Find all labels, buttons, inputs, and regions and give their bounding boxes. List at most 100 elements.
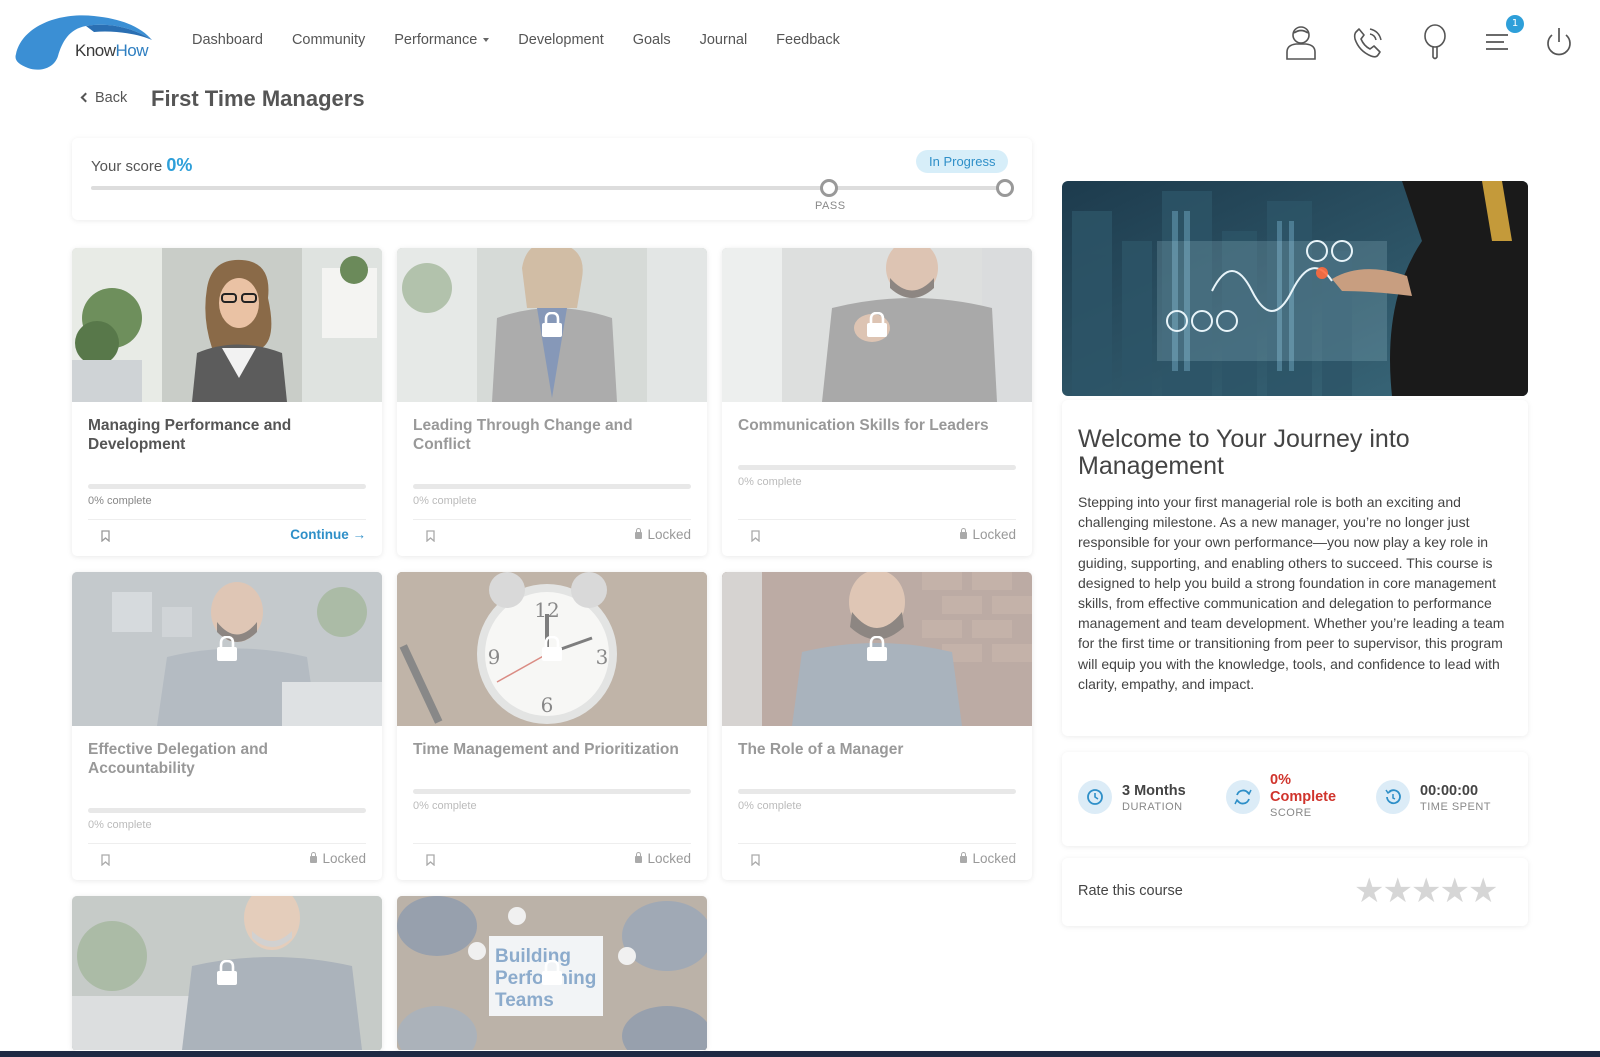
course-title: The Role of a Manager bbox=[738, 741, 904, 758]
star-icon[interactable]: ★ bbox=[1468, 874, 1498, 908]
course-card[interactable]: Managing Performance and Development 0% … bbox=[72, 248, 382, 556]
card-divider bbox=[738, 519, 1016, 520]
course-image: 12 3 6 9 bbox=[397, 572, 707, 726]
course-title: Managing Performance and Development bbox=[88, 417, 292, 453]
rating-panel: Rate this course ★ ★ ★ ★ ★ bbox=[1062, 858, 1528, 926]
back-label: Back bbox=[95, 90, 128, 106]
bookmark-icon[interactable] bbox=[751, 854, 760, 866]
stat-time-value: 00:00:00 bbox=[1420, 783, 1479, 799]
history-icon bbox=[1376, 780, 1410, 814]
star-icon[interactable]: ★ bbox=[1411, 874, 1441, 908]
course-card[interactable]: Building Performing Teams bbox=[397, 896, 707, 1051]
locked-text: Locked bbox=[647, 851, 691, 866]
bookmark-icon[interactable] bbox=[101, 854, 110, 866]
lock-icon bbox=[635, 528, 643, 539]
course-title: Communication Skills for Leaders bbox=[738, 417, 989, 434]
stat-time-label: TIME SPENT bbox=[1420, 801, 1492, 813]
nav-development[interactable]: Development bbox=[518, 32, 603, 48]
continue-button[interactable]: Continue → bbox=[290, 527, 366, 542]
score-panel: Your score 0% In Progress PASS bbox=[72, 138, 1032, 220]
card-divider bbox=[738, 843, 1016, 844]
knowhow-logo[interactable]: KnowHow bbox=[14, 14, 154, 70]
lock-icon bbox=[310, 852, 318, 863]
refresh-icon bbox=[1226, 780, 1260, 814]
course-progress-bar bbox=[738, 789, 1016, 794]
bottom-edge bbox=[0, 1051, 1600, 1057]
profile-icon[interactable] bbox=[1284, 24, 1318, 60]
nav-community[interactable]: Community bbox=[292, 32, 365, 48]
locked-text: Locked bbox=[647, 527, 691, 542]
course-title: Leading Through Change and Conflict bbox=[413, 417, 633, 453]
bookmark-icon[interactable] bbox=[751, 530, 760, 542]
top-header: KnowHow Dashboard Community Performance … bbox=[0, 0, 1600, 84]
nav-performance-label: Performance bbox=[394, 32, 478, 48]
bookmark-icon[interactable] bbox=[426, 530, 435, 542]
course-image: Building Performing Teams bbox=[397, 896, 707, 1050]
pass-label: PASS bbox=[815, 200, 846, 212]
nav-dashboard[interactable]: Dashboard bbox=[192, 32, 263, 48]
lock-icon bbox=[217, 636, 237, 661]
nav-goals[interactable]: Goals bbox=[633, 32, 671, 48]
back-button[interactable]: Back bbox=[80, 90, 128, 106]
card-divider bbox=[413, 843, 691, 844]
course-complete-text: 0% complete bbox=[88, 819, 152, 831]
course-image bbox=[397, 248, 707, 402]
nav-journal[interactable]: Journal bbox=[700, 32, 748, 48]
course-card[interactable]: Communication Skills for Leaders 0% comp… bbox=[722, 248, 1032, 556]
card-divider bbox=[413, 519, 691, 520]
search-icon[interactable] bbox=[1418, 24, 1452, 60]
course-progress-bar bbox=[413, 789, 691, 794]
course-card[interactable]: Leading Through Change and Conflict 0% c… bbox=[397, 248, 707, 556]
lock-icon bbox=[542, 312, 562, 337]
course-progress-bar bbox=[88, 484, 366, 489]
course-card[interactable] bbox=[72, 896, 382, 1051]
course-progress-bar bbox=[738, 465, 1016, 470]
card-footer: Locked bbox=[413, 527, 691, 547]
main-nav: Dashboard Community Performance Developm… bbox=[192, 32, 869, 48]
card-footer: Locked bbox=[738, 527, 1016, 547]
lock-icon bbox=[960, 852, 968, 863]
stat-score-complete: Complete bbox=[1270, 789, 1337, 805]
score-label: Your score bbox=[91, 158, 163, 175]
star-rating: ★ ★ ★ ★ ★ bbox=[1354, 874, 1498, 908]
course-stats-panel: 3 Months DURATION 0% Complete SCORE 00:00… bbox=[1062, 752, 1528, 846]
bookmark-icon[interactable] bbox=[426, 854, 435, 866]
course-card[interactable]: Effective Delegation and Accountability … bbox=[72, 572, 382, 880]
stat-score-percent: 0% bbox=[1270, 772, 1291, 788]
star-icon[interactable]: ★ bbox=[1354, 874, 1384, 908]
course-complete-text: 0% complete bbox=[413, 495, 477, 507]
course-progress-bar bbox=[88, 808, 366, 813]
chevron-down-icon bbox=[483, 38, 490, 43]
logo-text: KnowHow bbox=[75, 41, 149, 60]
page-title: First Time Managers bbox=[151, 86, 365, 111]
course-card[interactable]: The Role of a Manager 0% complete Locked bbox=[722, 572, 1032, 880]
locked-label: Locked bbox=[310, 851, 366, 866]
pass-marker bbox=[819, 179, 838, 197]
bookmark-icon[interactable] bbox=[101, 530, 110, 542]
course-image bbox=[72, 896, 382, 1050]
nav-feedback[interactable]: Feedback bbox=[776, 32, 840, 48]
phone-icon[interactable] bbox=[1350, 24, 1384, 60]
card-footer: Locked bbox=[88, 851, 366, 871]
card-footer: Locked bbox=[413, 851, 691, 871]
lock-icon bbox=[960, 528, 968, 539]
star-icon[interactable]: ★ bbox=[1382, 874, 1412, 908]
welcome-body: Stepping into your first managerial role… bbox=[1078, 494, 1505, 692]
course-complete-text: 0% complete bbox=[738, 476, 802, 488]
arrow-right-icon: → bbox=[352, 527, 367, 542]
stat-duration-value: 3 Months bbox=[1122, 783, 1186, 799]
locked-label: Locked bbox=[960, 851, 1016, 866]
course-image bbox=[722, 572, 1032, 726]
locked-text: Locked bbox=[972, 851, 1016, 866]
card-footer: Continue → bbox=[88, 527, 366, 547]
course-card[interactable]: 12 3 6 9 Time Management and Prioritizat… bbox=[397, 572, 707, 880]
star-icon[interactable]: ★ bbox=[1439, 874, 1469, 908]
locked-label: Locked bbox=[635, 527, 691, 542]
score-label-row: Your score 0% bbox=[91, 155, 192, 176]
course-image bbox=[72, 572, 382, 726]
locked-text: Locked bbox=[322, 851, 366, 866]
course-image bbox=[72, 248, 382, 402]
chevron-left-icon bbox=[80, 92, 91, 103]
power-icon[interactable] bbox=[1542, 24, 1576, 60]
nav-performance[interactable]: Performance bbox=[394, 32, 490, 48]
